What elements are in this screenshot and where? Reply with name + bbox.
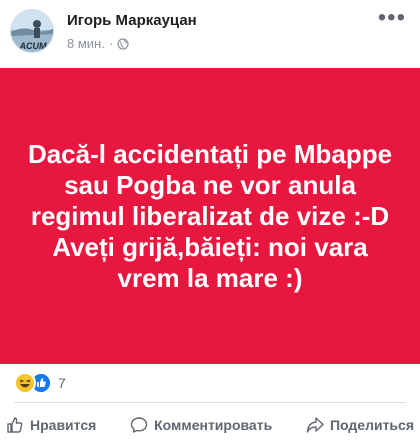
thumbs-up-icon: [7, 417, 23, 433]
post-background: Dacă-l accidentați pe Mbappe sau Pogba n…: [0, 68, 420, 364]
reactions-summary[interactable]: 7: [14, 372, 66, 394]
like-button-label: Нравится: [30, 417, 97, 433]
divider: [14, 402, 406, 403]
post-header: ACUM Игорь Маркауцан 8 мин. · •••: [0, 0, 420, 66]
share-icon: [306, 417, 324, 433]
like-button[interactable]: Нравится: [6, 416, 96, 434]
post-meta: 8 мин. ·: [67, 36, 129, 51]
comment-icon: [130, 417, 148, 433]
more-options-icon[interactable]: •••: [378, 4, 406, 32]
haha-reaction-icon: [14, 372, 36, 394]
avatar[interactable]: ACUM: [10, 9, 54, 53]
avatar-image: ACUM: [11, 10, 53, 52]
post-actions: Нравится Комментировать Поделиться: [0, 406, 420, 444]
post-text: Dacă-l accidentați pe Mbappe sau Pogba n…: [27, 138, 393, 293]
comment-button[interactable]: Комментировать: [130, 416, 272, 434]
reaction-count: 7: [58, 375, 66, 391]
globe-icon: [117, 37, 129, 50]
author-name[interactable]: Игорь Маркауцан: [67, 12, 197, 29]
avatar-logo: ACUM: [19, 41, 47, 51]
share-button-label: Поделиться: [329, 417, 414, 433]
post-time[interactable]: 8 мин.: [67, 36, 105, 51]
comment-button-label: Комментировать: [154, 417, 273, 433]
share-button[interactable]: Поделиться: [306, 416, 414, 434]
